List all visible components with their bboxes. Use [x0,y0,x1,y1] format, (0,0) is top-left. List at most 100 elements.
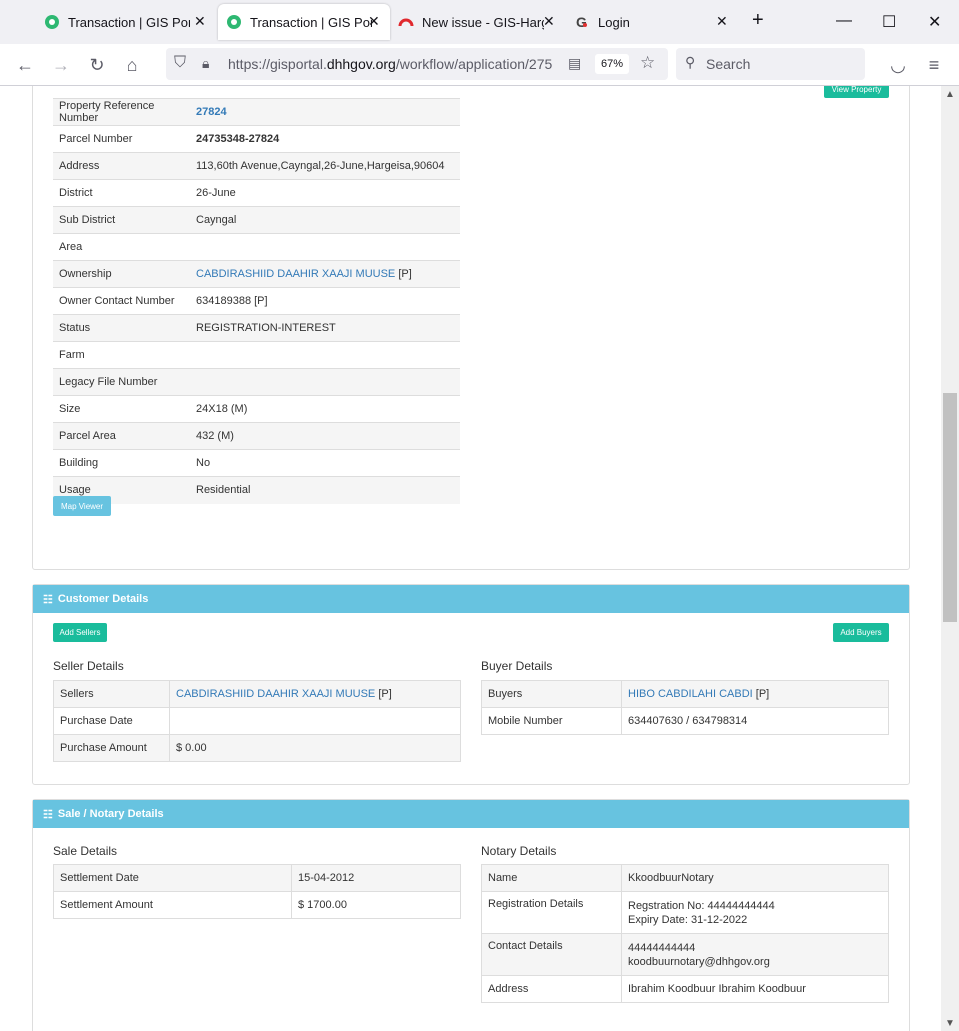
row-value: No [190,449,460,477]
row-value: $ 1700.00 [291,891,461,919]
tab-new-issue[interactable]: New issue - GIS-Harge ✕ [398,0,568,44]
close-icon[interactable]: ✕ [368,13,380,30]
window-close-icon[interactable]: ✕ [928,12,941,32]
add-sellers-button[interactable]: Add Sellers [53,623,107,642]
value-link[interactable]: HIBO CABDILAHI CABDI [628,688,753,700]
url-text[interactable]: https://gisportal.dhhgov.org/workflow/ap… [228,56,558,72]
value-text: 24X18 (M) [196,403,248,415]
row-value[interactable]: HIBO CABDILAHI CABDI [P] [621,680,889,708]
table-row: Owner Contact Number 634189388 [P] [53,287,460,315]
zoom-level[interactable]: 67% [595,54,629,74]
row-label: Legacy File Number [53,368,190,396]
value-suffix: [P] [752,688,770,700]
svg-text:G: G [576,14,587,30]
row-value: REGISTRATION-INTEREST [190,314,460,342]
buyer-details-table: Buyers HIBO CABDILAHI CABDI [P] Mobile Num… [481,680,889,735]
map-viewer-button[interactable]: Map Viewer [53,496,111,516]
scroll-up-icon[interactable]: ▲ [941,86,959,102]
sale-details-table: Settlement Date 15-04-2012 Settlement Amou… [53,864,461,919]
page-content: View Property Property Reference Number 2… [0,86,941,1031]
url-bar[interactable]: ⛉ 🔒︎ https://gisportal.dhhgov.org/workfl… [166,48,668,80]
value-text: $ 0.00 [176,742,207,754]
shield-icon[interactable]: ⛉ [174,54,186,72]
value-line: 44444444444 [628,941,696,954]
tab-transaction-1[interactable]: Transaction | GIS Portal ✕ [44,0,214,44]
customer-details-panel: ☷ Customer Details Add Sellers Add Buyer… [32,584,910,785]
panel-title: Sale / Notary Details [57,808,164,820]
row-label: Property Reference Number [53,98,190,126]
table-row: Size 24X18 (M) [53,395,460,423]
value-link[interactable]: CABDIRASHIID DAAHIR XAAJI MUUSE [196,268,395,280]
value-suffix: [P] [395,268,412,280]
gis-portal-icon [45,15,59,29]
row-label: Contact Details [481,933,622,976]
tab-title: New issue - GIS-Harge [422,14,544,30]
value-text: $ 1700.00 [298,899,347,911]
row-value[interactable]: CABDIRASHIID DAAHIR XAAJI MUUSE [P] [190,260,460,288]
close-icon[interactable]: ✕ [194,13,206,30]
value-line: Expiry Date: 31-12-2022 [628,913,748,926]
scroll-down-icon[interactable]: ▼ [941,1015,959,1031]
add-buyers-button[interactable]: Add Buyers [833,623,889,642]
row-value: 432 (M) [190,422,460,450]
maximize-icon[interactable]: ☐ [882,12,896,32]
back-icon[interactable]: ← [14,54,36,76]
navigation-toolbar: ← → ↻ ⌂ ⛉ 🔒︎ https://gisportal.dhhgov.or… [0,44,959,86]
value-link[interactable]: CABDIRASHIID DAAHIR XAAJI MUUSE [176,688,375,700]
row-label: Settlement Amount [53,891,292,919]
row-value [190,233,460,261]
tab-login[interactable]: G Login ✕ [574,0,744,44]
value-text: 113,60th Avenue,Cayngal,26-June,Hargeisa… [196,160,445,172]
value-link[interactable]: 27824 [196,106,227,118]
forward-icon[interactable]: → [50,54,72,76]
row-label: Sub District [53,206,190,234]
tab-transaction-2[interactable]: Transaction | GIS Portal ✕ [218,4,390,40]
sale-details-title: Sale Details [53,844,118,858]
tab-title: Transaction | GIS Portal [250,14,372,30]
close-icon[interactable]: ✕ [716,13,728,30]
bookmark-star-icon[interactable]: ☆ [640,53,655,73]
list-icon: ☷ [43,593,53,606]
tab-title: Login [598,14,630,30]
issue-tracker-icon [398,18,414,27]
row-value[interactable]: CABDIRASHIID DAAHIR XAAJI MUUSE [P] [169,680,461,708]
sale-notary-panel: ☷ Sale / Notary Details Sale Details Not… [32,799,910,1031]
table-row: Address 113,60th Avenue,Cayngal,26-June,H… [53,152,460,180]
row-label: Address [481,975,622,1003]
customer-details-heading: ☷ Customer Details [33,585,909,613]
view-property-button[interactable]: View Property [824,86,889,98]
row-label: Buyers [481,680,622,708]
home-icon[interactable]: ⌂ [121,54,143,76]
row-value: 15-04-2012 [291,864,461,892]
value-text: 634189388 [P] [196,295,268,307]
table-row: Usage Residential [53,476,460,504]
row-label: Registration Details [481,891,622,934]
reader-view-icon[interactable]: ▤ [568,55,581,72]
table-row: Legacy File Number [53,368,460,396]
value-text: 24735348-27824 [196,133,280,145]
minimize-icon[interactable]: — [836,12,852,30]
reload-icon[interactable]: ↻ [86,54,108,76]
property-panel: View Property Property Reference Number 2… [32,86,910,570]
row-value: 26-June [190,179,460,207]
row-value: KkoodbuurNotary [621,864,889,892]
lock-icon[interactable]: 🔒︎ [202,55,209,72]
table-row: Contact Details 44444444444 koodbuurnotary… [481,933,889,976]
value-text: 432 (M) [196,430,234,442]
menu-icon[interactable]: ≡ [923,54,945,76]
notary-details-title: Notary Details [481,844,557,858]
row-label: District [53,179,190,207]
row-label: Name [481,864,622,892]
row-value: Residential [190,476,460,504]
new-tab-icon[interactable]: + [752,9,764,32]
row-value: 113,60th Avenue,Cayngal,26-June,Hargeisa… [190,152,460,180]
close-icon[interactable]: ✕ [543,13,555,30]
search-bar[interactable]: ⚲ Search [676,48,865,80]
g-logo-icon: G [576,14,587,30]
table-row: Parcel Area 432 (M) [53,422,460,450]
row-value[interactable]: 27824 [190,98,460,126]
row-label: Area [53,233,190,261]
scrollbar-thumb[interactable] [943,393,957,622]
pocket-icon[interactable]: ◡ [887,54,909,76]
value-text: 15-04-2012 [298,872,355,884]
